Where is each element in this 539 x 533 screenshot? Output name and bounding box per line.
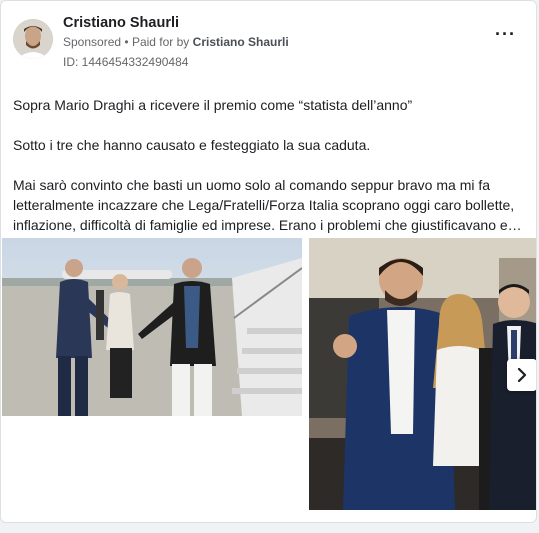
sponsored-line: Sponsored • Paid for by Cristiano Shaurl… (63, 35, 289, 49)
ad-post-card: Cristiano Shaurli Sponsored • Paid for b… (0, 0, 537, 523)
post-paragraph: Sopra Mario Draghi a ricevere il premio … (13, 97, 413, 113)
paid-for-prefix: Paid for by (131, 35, 190, 49)
post-paragraph: Sotto i tre che hanno causato e festeggi… (13, 137, 371, 153)
post-text: Sopra Mario Draghi a ricevere il premio … (13, 95, 528, 235)
carousel-next-button[interactable] (507, 359, 536, 391)
paid-for-name[interactable]: Cristiano Shaurli (193, 35, 289, 49)
more-options-icon[interactable]: ··· (495, 25, 516, 43)
author-name[interactable]: Cristiano Shaurli (63, 15, 179, 31)
chevron-right-icon (517, 368, 527, 382)
three-politicians-photo[interactable] (309, 238, 536, 510)
sponsored-label: Sponsored (63, 35, 122, 49)
meta-separator: • (124, 35, 129, 49)
author-avatar[interactable] (13, 19, 53, 59)
ad-id: ID: 1446454332490484 (63, 55, 189, 69)
post-paragraph: Mai sarò convinto che basti un uomo solo… (13, 177, 522, 233)
airport-handshake-photo[interactable] (2, 238, 302, 416)
